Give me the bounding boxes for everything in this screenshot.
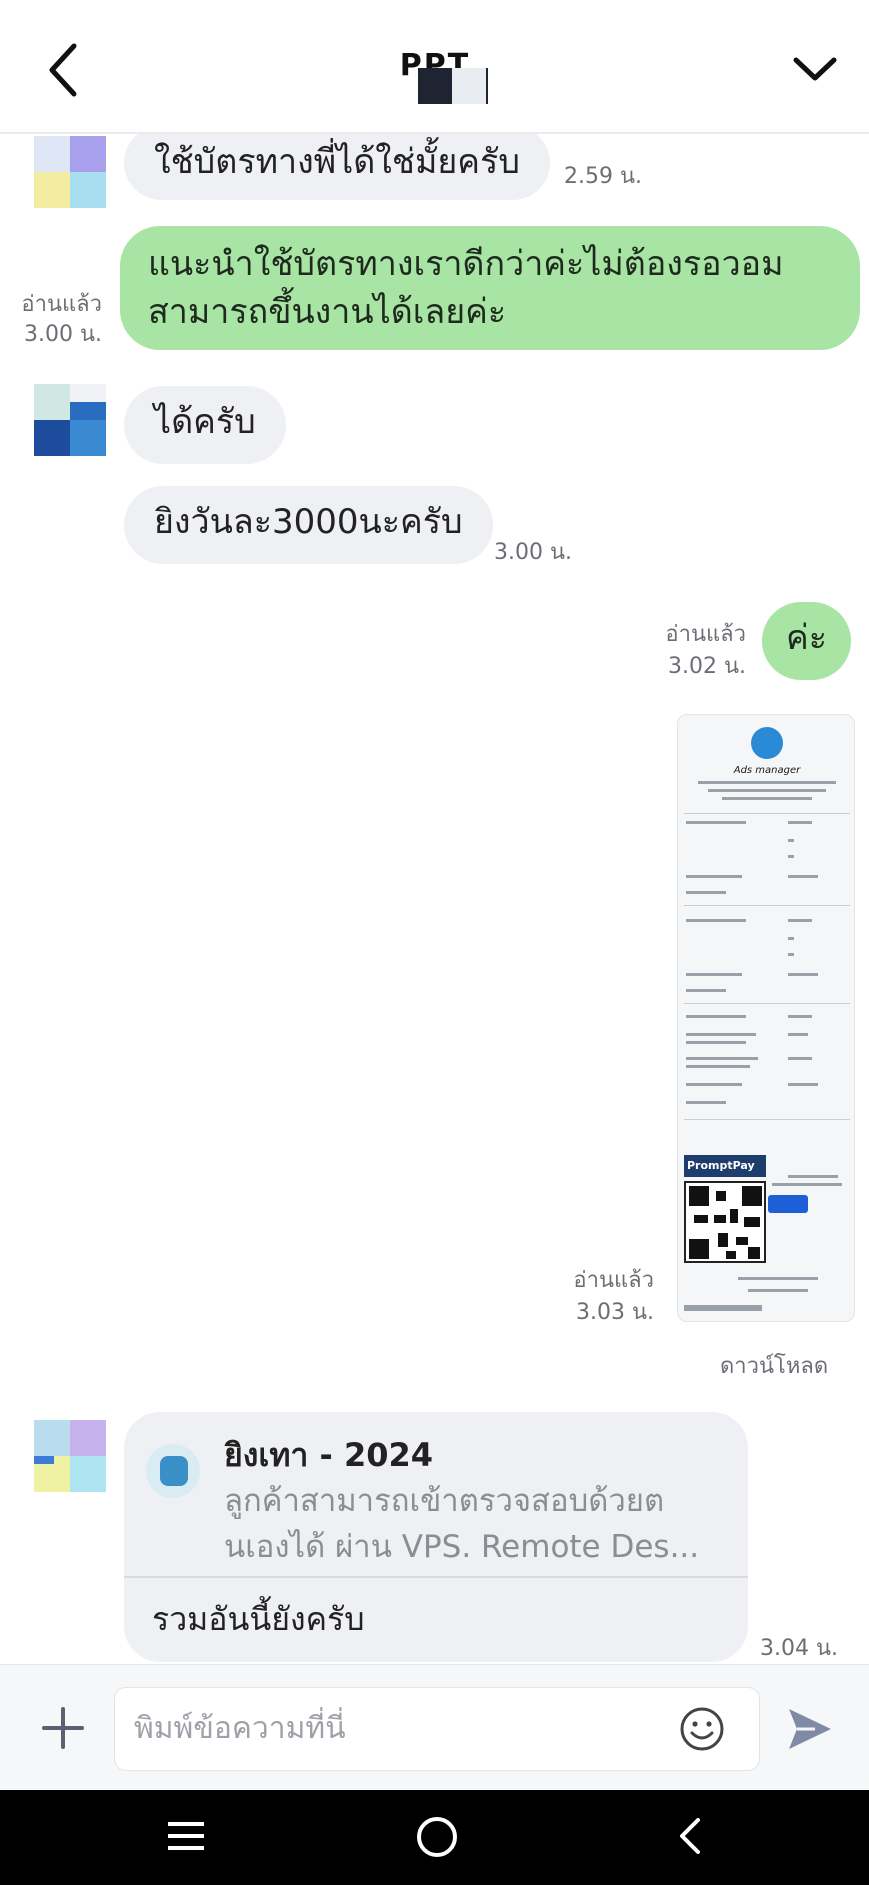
message-time: 3.02 น.: [667, 654, 746, 679]
message-text: ยิงวันละ3000นะครับ: [154, 502, 463, 542]
receipt-text-line: [686, 1101, 726, 1104]
receipt-divider: [684, 1119, 850, 1120]
receipt-text-line: [772, 1183, 842, 1186]
title-redaction-light: [452, 68, 486, 104]
receipt-text-line: [788, 937, 794, 940]
receipt-text-line: [788, 855, 794, 858]
receipt-text-line: [788, 1015, 812, 1018]
message-time: 3.00 น.: [23, 322, 102, 347]
contact-avatar[interactable]: [34, 384, 106, 456]
receipt-text-line: [788, 953, 794, 956]
read-receipt: อ่านแล้ว: [21, 292, 102, 317]
receipt-text-line: [686, 1065, 750, 1068]
receipt-text-line: [788, 1175, 838, 1178]
chat-header: PPT: [0, 0, 869, 134]
incoming-message[interactable]: ได้ครับ: [124, 386, 286, 464]
outgoing-message[interactable]: ค่ะ: [762, 602, 852, 680]
message-time: 2.59 น.: [564, 164, 643, 189]
receipt-text-line: [788, 1057, 812, 1060]
receipt-divider: [684, 813, 850, 814]
promptpay-logo: PromptPay: [684, 1155, 766, 1177]
card-message-text: รวมอันนี้ยังครับ: [152, 1600, 365, 1638]
incoming-message[interactable]: ยิงวันละ3000นะครับ: [124, 486, 493, 564]
receipt-text-line: [684, 1305, 762, 1311]
outgoing-message[interactable]: แนะนำใช้บัตรทางเราดีกว่าค่ะไม่ต้องรอวอม …: [120, 226, 860, 350]
chat-area[interactable]: ใช้บัตรทางพี่ได้ใช่มั้ยครับ 2.59 น. แนะน…: [0, 134, 869, 1664]
card-description-line2: นเองได้ ผ่าน VPS. Remote Des...: [224, 1529, 700, 1565]
receipt-logo: [751, 727, 783, 759]
message-time: 3.03 น.: [575, 1300, 654, 1325]
back-icon[interactable]: [670, 1814, 710, 1858]
receipt-text-line: [686, 1083, 742, 1086]
message-input-placeholder: พิมพ์ข้อความที่นี่: [134, 1711, 346, 1746]
receipt-text-line: [686, 891, 726, 894]
receipt-text-line: [698, 781, 836, 784]
receipt-text-line: [788, 1033, 808, 1036]
receipt-image[interactable]: Ads manager PromptPay: [677, 714, 855, 1322]
receipt-text-line: [788, 875, 818, 878]
message-text: ใช้บัตรทางพี่ได้ใช่มั้ยครับ: [154, 142, 520, 182]
system-navigation-bar: [0, 1790, 869, 1885]
shared-link-card[interactable]: ยิงเทา - 2024 ลูกค้าสามารถเข้าตรวจสอบด้ว…: [124, 1412, 748, 1662]
back-chevron-icon[interactable]: [40, 40, 90, 100]
card-description-line1: ลูกค้าสามารถเข้าตรวจสอบด้วยต: [224, 1483, 665, 1519]
card-divider: [124, 1576, 748, 1578]
receipt-text-line: [686, 1015, 746, 1018]
receipt-text-line: [722, 797, 812, 800]
receipt-text-line: [686, 821, 746, 824]
message-text: ค่ะ: [786, 618, 828, 658]
contact-avatar[interactable]: [34, 136, 106, 208]
receipt-text-line: [788, 919, 812, 922]
send-icon[interactable]: [785, 1705, 835, 1753]
download-link[interactable]: ดาวน์โหลด: [720, 1348, 828, 1383]
message-time: 3.04 น.: [760, 1636, 839, 1661]
contact-avatar[interactable]: [34, 1420, 106, 1492]
read-receipt: อ่านแล้ว: [573, 1268, 654, 1293]
receipt-text-line: [686, 989, 726, 992]
message-text-line1: แนะนำใช้บัตรทางเราดีกว่าค่ะไม่ต้องรอวอม: [148, 244, 784, 284]
card-title: ยิงเทา - 2024: [224, 1436, 433, 1474]
receipt-text-line: [788, 821, 812, 824]
emoji-icon[interactable]: [678, 1705, 726, 1753]
message-text-line2: สามารถขึ้นงานได้เลยค่ะ: [148, 292, 507, 332]
receipt-text-line: [788, 839, 794, 842]
receipt-text-line: [788, 1083, 818, 1086]
receipt-text-line: [686, 919, 746, 922]
receipt-text-line: [708, 789, 826, 792]
receipt-pay-button: [768, 1195, 808, 1213]
message-input-bar: พิมพ์ข้อความที่นี่: [0, 1664, 869, 1789]
plus-icon[interactable]: [40, 1705, 86, 1751]
read-receipt: อ่านแล้ว: [665, 622, 746, 647]
incoming-message[interactable]: ใช้บัตรทางพี่ได้ใช่มั้ยครับ: [124, 134, 550, 200]
receipt-text-line: [686, 875, 742, 878]
dropdown-chevron-icon[interactable]: [790, 44, 840, 94]
receipt-text-line: [738, 1277, 818, 1280]
message-time: 3.00 น.: [494, 540, 573, 565]
qr-code[interactable]: [684, 1181, 766, 1263]
receipt-text-line: [686, 1033, 756, 1036]
receipt-text-line: [686, 973, 742, 976]
card-description: ลูกค้าสามารถเข้าตรวจสอบด้วยต นเองได้ ผ่า…: [224, 1478, 724, 1570]
card-app-icon: [146, 1444, 200, 1498]
receipt-text-line: [686, 1057, 758, 1060]
receipt-text-line: [748, 1289, 808, 1292]
receipt-text-line: [788, 973, 818, 976]
recents-icon[interactable]: [164, 1814, 208, 1858]
receipt-title: Ads manager: [733, 765, 801, 776]
message-text: ได้ครับ: [154, 402, 256, 442]
receipt-divider: [684, 905, 850, 906]
receipt-text-line: [686, 1041, 746, 1044]
home-icon[interactable]: [414, 1814, 460, 1860]
receipt-divider: [684, 1003, 850, 1004]
